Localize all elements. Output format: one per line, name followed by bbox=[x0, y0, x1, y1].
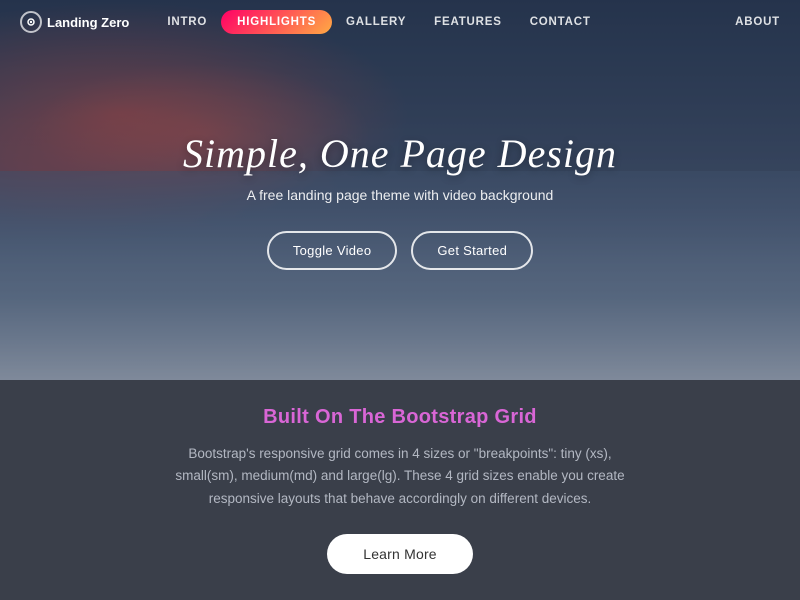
nav-links: INTRO HIGHLIGHTS GALLERY FEATURES CONTAC… bbox=[153, 0, 735, 44]
nav-link-features[interactable]: FEATURES bbox=[420, 0, 516, 44]
nav-item-contact[interactable]: CONTACT bbox=[516, 0, 605, 44]
nav-item-features[interactable]: FEATURES bbox=[420, 0, 516, 44]
nav-link-highlights[interactable]: HIGHLIGHTS bbox=[221, 10, 332, 34]
toggle-video-button[interactable]: Toggle Video bbox=[267, 231, 398, 270]
brand-name: Landing Zero bbox=[47, 15, 129, 30]
nav-item-gallery[interactable]: GALLERY bbox=[332, 0, 420, 44]
get-started-button[interactable]: Get Started bbox=[411, 231, 533, 270]
hero-subtitle: A free landing page theme with video bac… bbox=[183, 187, 617, 203]
nav-item-intro[interactable]: INTRO bbox=[153, 0, 221, 44]
nav-link-gallery[interactable]: GALLERY bbox=[332, 0, 420, 44]
section-text: Bootstrap's responsive grid comes in 4 s… bbox=[160, 443, 640, 510]
hero-content: Simple, One Page Design A free landing p… bbox=[183, 110, 617, 270]
nav-about-link[interactable]: ABOUT bbox=[735, 16, 780, 28]
brand-logo[interactable]: Landing Zero bbox=[20, 11, 129, 33]
hero-section: Simple, One Page Design A free landing p… bbox=[0, 0, 800, 380]
nav-link-intro[interactable]: INTRO bbox=[153, 0, 221, 44]
brand-icon bbox=[20, 11, 42, 33]
learn-more-button[interactable]: Learn More bbox=[327, 534, 473, 574]
nav-item-highlights[interactable]: HIGHLIGHTS bbox=[221, 10, 332, 34]
nav-link-contact[interactable]: CONTACT bbox=[516, 0, 605, 44]
navbar: Landing Zero INTRO HIGHLIGHTS GALLERY FE… bbox=[0, 0, 800, 44]
hero-buttons: Toggle Video Get Started bbox=[183, 231, 617, 270]
hero-title: Simple, One Page Design bbox=[183, 130, 617, 177]
section-title: Built On The Bootstrap Grid bbox=[263, 406, 537, 429]
bootstrap-section: Built On The Bootstrap Grid Bootstrap's … bbox=[0, 380, 800, 600]
